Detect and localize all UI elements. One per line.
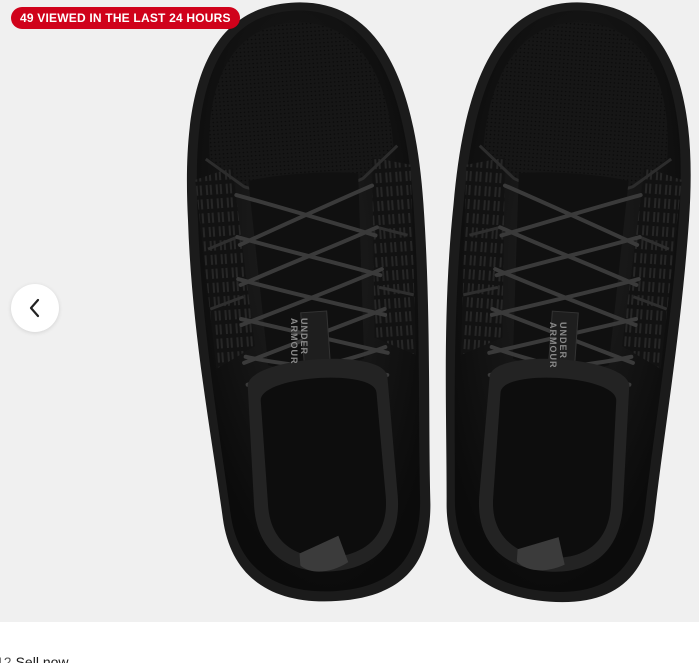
below-gallery: 12 Sell now — [0, 622, 699, 663]
views-badge: 49 VIEWED IN THE LAST 24 HOURS — [11, 7, 240, 29]
sell-now-link[interactable]: Sell now — [16, 654, 69, 663]
product-image[interactable]: UNDER ARMOUR UNDER ARMOUR — [0, 0, 699, 622]
svg-text:UNDER: UNDER — [299, 318, 309, 355]
sell-now-line: 12 Sell now — [0, 654, 69, 663]
svg-text:ARMOUR: ARMOUR — [548, 322, 558, 369]
chevron-left-icon — [29, 298, 40, 318]
svg-text:UNDER: UNDER — [558, 322, 568, 359]
previous-image-button[interactable] — [11, 284, 59, 332]
sell-count: 12 — [0, 654, 12, 663]
product-page: UNDER ARMOUR UNDER ARMOUR 49 VIEWED IN T… — [0, 0, 699, 663]
product-image-gallery: UNDER ARMOUR UNDER ARMOUR 49 VIEWED IN T… — [0, 0, 699, 622]
svg-text:ARMOUR: ARMOUR — [289, 318, 299, 365]
